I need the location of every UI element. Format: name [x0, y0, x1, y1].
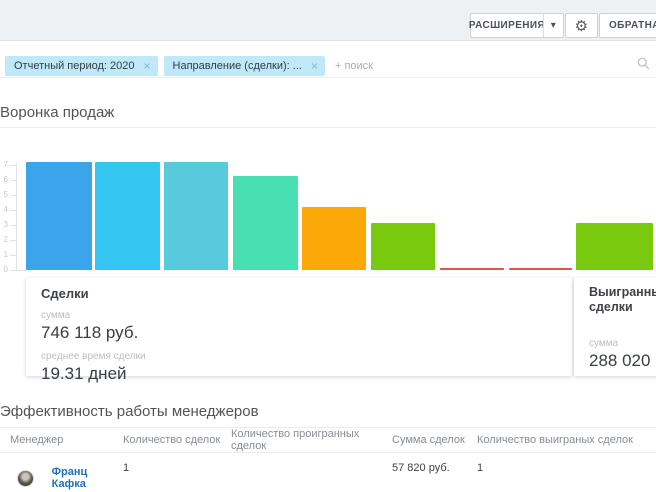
column-header-deal-sum[interactable]: Сумма сделок: [392, 434, 477, 446]
y-axis-tick-label: 1: [0, 250, 8, 259]
manager-cell: Франц Кафка: [10, 466, 123, 490]
column-header-won-count[interactable]: Количество выиграных сделок: [477, 434, 656, 446]
y-axis-tick-label: 3: [0, 220, 8, 229]
won-count-value: 1: [477, 453, 656, 474]
top-toolbar: РАСШИРЕНИЯ ▾ ⚙ ОБРАТНАЯ С: [0, 0, 656, 41]
search-icon[interactable]: [637, 57, 650, 70]
won-sum-value: 288 020: [589, 351, 656, 371]
deals-avg-time-value: 19.31 дней: [41, 364, 572, 384]
y-axis-tick-label: 4: [0, 205, 8, 214]
funnel-bar-6[interactable]: [371, 223, 435, 270]
funnel-chart: 0 1 2 3 4 5 6 7: [0, 130, 656, 271]
x-axis-baseline: [16, 270, 26, 271]
funnel-bar-1[interactable]: [26, 162, 92, 270]
funnel-bar-9[interactable]: [576, 223, 653, 270]
funnel-bar-8[interactable]: [509, 268, 572, 270]
settings-button[interactable]: ⚙: [565, 13, 598, 38]
column-header-lost-count[interactable]: Количество проигранных сделок: [231, 428, 392, 452]
remove-filter-icon[interactable]: ×: [311, 60, 318, 72]
y-axis-line: [16, 163, 17, 270]
search-placeholder[interactable]: + поиск: [335, 60, 373, 72]
funnel-section-title: Воронка продаж: [0, 104, 114, 121]
manager-avatar[interactable]: [17, 470, 34, 487]
funnel-bar-3[interactable]: [164, 162, 228, 270]
won-deals-card: Выигранные сделки сумма 288 020: [574, 278, 656, 376]
remove-filter-icon[interactable]: ×: [144, 60, 151, 72]
deals-summary-card: Сделки сумма 746 118 руб. среднее время …: [26, 278, 572, 376]
managers-section-title: Эффективность работы менеджеров: [0, 403, 259, 420]
deals-sum-label: сумма: [41, 310, 572, 321]
filter-tag-direction[interactable]: Направление (сделки): ... ×: [164, 56, 325, 76]
funnel-bar-7[interactable]: [440, 268, 504, 270]
deals-sum-value: 746 118 руб.: [41, 323, 572, 343]
deal-count-value: 1: [123, 453, 231, 474]
filter-tag-report-period[interactable]: Отчетный период: 2020 ×: [5, 56, 158, 76]
filter-tag-label: Направление (сделки): ...: [173, 60, 302, 72]
funnel-bar-2[interactable]: [95, 162, 160, 270]
y-axis-tick-label: 0: [0, 265, 8, 274]
funnel-bar-5[interactable]: [302, 207, 366, 270]
y-axis-tick-label: 7: [0, 160, 8, 169]
managers-table-header: Менеджер Количество сделок Количество пр…: [0, 427, 656, 453]
y-axis-tick-label: 6: [0, 175, 8, 184]
extensions-button[interactable]: РАСШИРЕНИЯ: [471, 14, 543, 37]
deals-avg-time-label: среднее время сделки: [41, 351, 572, 362]
deals-card-title: Сделки: [41, 286, 572, 302]
column-header-deal-count[interactable]: Количество сделок: [123, 434, 231, 446]
won-card-title: Выигранные сделки: [589, 285, 656, 315]
chevron-down-icon: ▾: [551, 20, 556, 31]
extensions-dropdown-button[interactable]: ▾: [543, 14, 563, 37]
manager-name-link[interactable]: Франц Кафка: [52, 466, 123, 490]
deal-sum-value: 57 820 руб.: [392, 453, 477, 474]
funnel-bar-4[interactable]: [233, 176, 298, 270]
filter-tag-label: Отчетный период: 2020: [14, 60, 135, 72]
filter-search-bar[interactable]: Отчетный период: 2020 × Направление (сде…: [0, 41, 656, 78]
feedback-button[interactable]: ОБРАТНАЯ С: [599, 13, 656, 38]
extensions-button-group: РАСШИРЕНИЯ ▾: [470, 13, 564, 38]
y-axis-tick-label: 5: [0, 190, 8, 199]
table-row: Франц Кафка 1 57 820 руб. 1: [0, 453, 656, 492]
column-header-manager[interactable]: Менеджер: [0, 434, 123, 446]
lost-count-value: [231, 453, 392, 462]
gear-icon: ⚙: [575, 17, 589, 35]
section-divider: [0, 127, 656, 128]
y-axis-tick-label: 2: [0, 235, 8, 244]
won-sum-label: сумма: [589, 338, 656, 349]
